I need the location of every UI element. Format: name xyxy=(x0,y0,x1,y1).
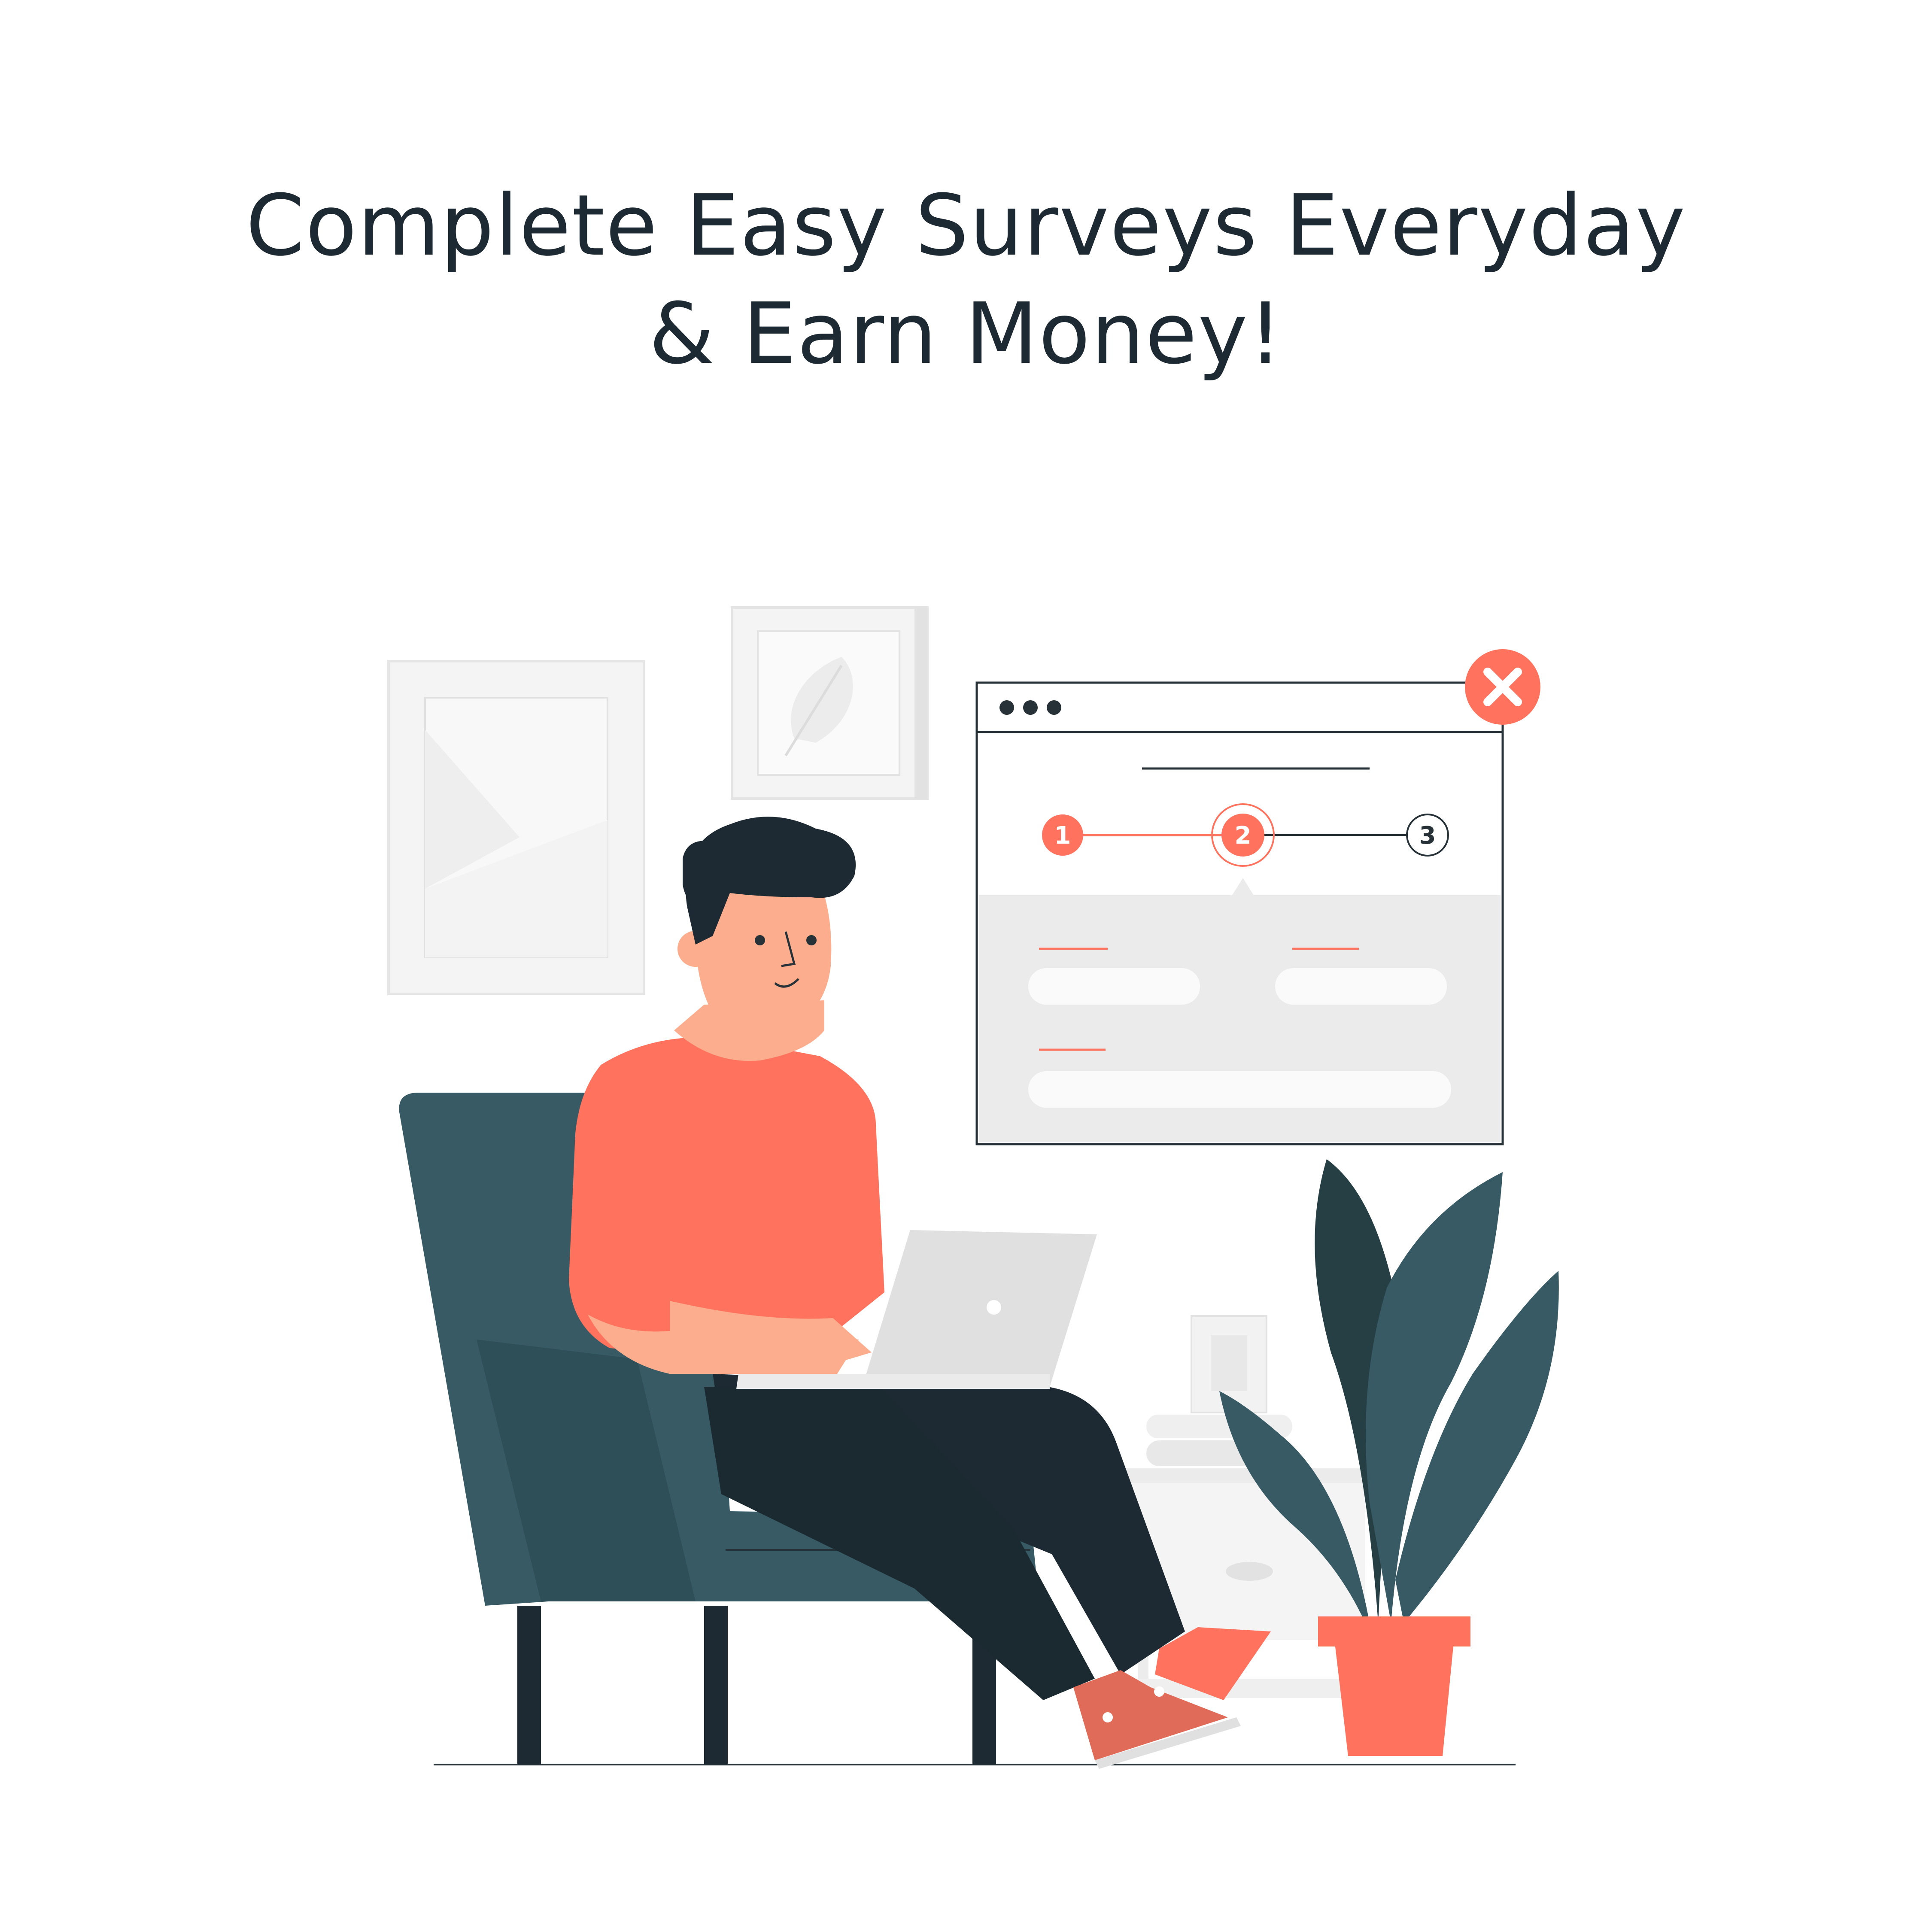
illustration: 1 2 3 xyxy=(387,606,1559,1769)
svg-text:3: 3 xyxy=(1419,822,1436,850)
form-field-placeholder xyxy=(1275,968,1447,1005)
form-field-placeholder xyxy=(1028,1071,1451,1108)
survey-window: 1 2 3 xyxy=(975,681,1504,1145)
potted-plant xyxy=(1219,1159,1559,1756)
form-field-placeholder xyxy=(1028,968,1200,1005)
step-1: 1 xyxy=(1042,814,1083,856)
wall-picture-frame-small xyxy=(731,606,929,800)
close-button[interactable] xyxy=(1465,649,1540,725)
svg-text:2: 2 xyxy=(1235,822,1252,850)
wall-picture-frame-large xyxy=(387,660,645,995)
step-3: 3 xyxy=(1406,814,1449,857)
window-dot-icon xyxy=(1047,700,1061,715)
window-dot-icon xyxy=(999,700,1014,715)
window-dot-icon xyxy=(1023,700,1038,715)
svg-text:1: 1 xyxy=(1054,822,1071,850)
